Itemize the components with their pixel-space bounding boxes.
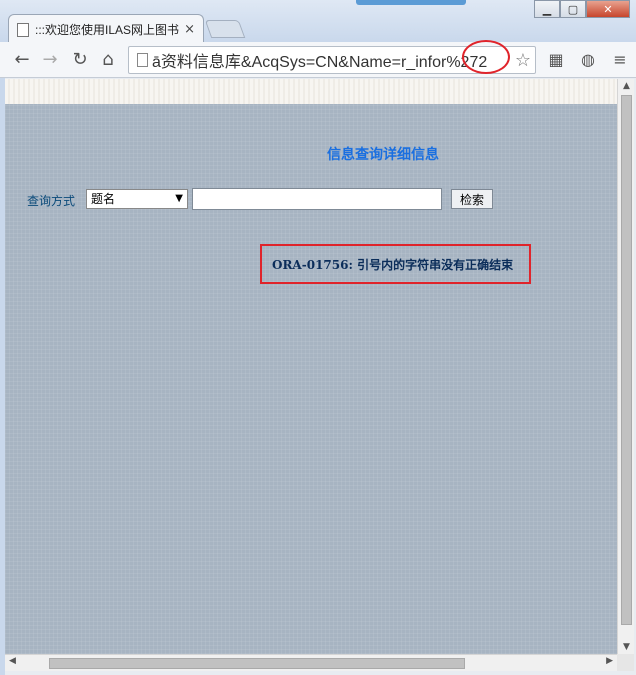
maximize-button[interactable]: ▢ bbox=[560, 0, 586, 18]
toolbar-icons: ▦ ◍ ≡ bbox=[546, 50, 630, 70]
page-title: 信息查询详细信息 bbox=[327, 147, 439, 163]
reload-icon[interactable]: ↻ bbox=[68, 48, 92, 72]
page-icon bbox=[17, 22, 29, 37]
star-icon[interactable]: ☆ bbox=[511, 50, 535, 71]
title-bar: :::欢迎您使用ILAS网上图书 × ▁ ▢ ✕ bbox=[0, 0, 636, 44]
scroll-left-icon[interactable]: ◀ bbox=[9, 656, 16, 666]
page-icon bbox=[137, 53, 148, 67]
browser-tab[interactable]: :::欢迎您使用ILAS网上图书 × bbox=[8, 14, 204, 44]
window-controls: ▁ ▢ ✕ bbox=[534, 0, 630, 18]
error-highlight-box: ORA-01756: 引号内的字符串没有正确结束 bbox=[260, 244, 531, 284]
horizontal-scrollbar[interactable]: ◀ ▶ bbox=[5, 654, 617, 671]
page-content: 信息查询详细信息 查询方式 题名 ▼ 检索 ORA-01756: 引号内的字符串… bbox=[5, 104, 617, 654]
browser-toolbar: ← → ↻ ⌂ ā资料信息库&AcqSys=CN&Name=r_infor%27… bbox=[0, 42, 636, 78]
arrow-right-icon[interactable]: → bbox=[38, 48, 62, 72]
tab-title: :::欢迎您使用ILAS网上图书 bbox=[35, 23, 180, 37]
error-message: ORA-01756: 引号内的字符串没有正确结束 bbox=[272, 257, 514, 272]
vertical-scroll-thumb[interactable] bbox=[621, 95, 632, 625]
url-text[interactable]: ā资料信息库&AcqSys=CN&Name=r_infor%272 bbox=[152, 48, 511, 72]
scroll-right-icon[interactable]: ▶ bbox=[606, 656, 613, 666]
close-window-button[interactable]: ✕ bbox=[586, 0, 630, 18]
horizontal-scroll-thumb[interactable] bbox=[49, 658, 465, 669]
tab-close-icon[interactable]: × bbox=[184, 22, 195, 37]
search-input[interactable] bbox=[192, 188, 442, 210]
new-tab-button[interactable] bbox=[204, 20, 246, 38]
window-accent bbox=[356, 0, 466, 5]
extension-icon[interactable]: ▦ bbox=[546, 50, 566, 70]
scrollbar-corner bbox=[617, 654, 634, 671]
scroll-up-icon[interactable]: ▲ bbox=[618, 81, 635, 91]
query-method-label: 查询方式 bbox=[27, 194, 76, 208]
url-highlight-circle bbox=[462, 40, 510, 74]
minimize-button[interactable]: ▁ bbox=[534, 0, 560, 18]
arrow-left-icon[interactable]: ← bbox=[10, 48, 34, 72]
vertical-scrollbar[interactable]: ▲ ▼ bbox=[617, 79, 634, 654]
scroll-down-icon[interactable]: ▼ bbox=[618, 642, 635, 652]
menu-icon[interactable]: ≡ bbox=[610, 50, 630, 70]
home-icon[interactable]: ⌂ bbox=[96, 48, 120, 72]
dropdown-arrow-icon: ▼ bbox=[175, 193, 183, 204]
search-button[interactable]: 检索 bbox=[451, 189, 493, 209]
globe-icon[interactable]: ◍ bbox=[578, 50, 598, 70]
search-type-select[interactable]: 题名 ▼ bbox=[86, 189, 188, 209]
page-header-strip bbox=[5, 79, 617, 104]
search-type-value: 题名 bbox=[91, 192, 116, 206]
